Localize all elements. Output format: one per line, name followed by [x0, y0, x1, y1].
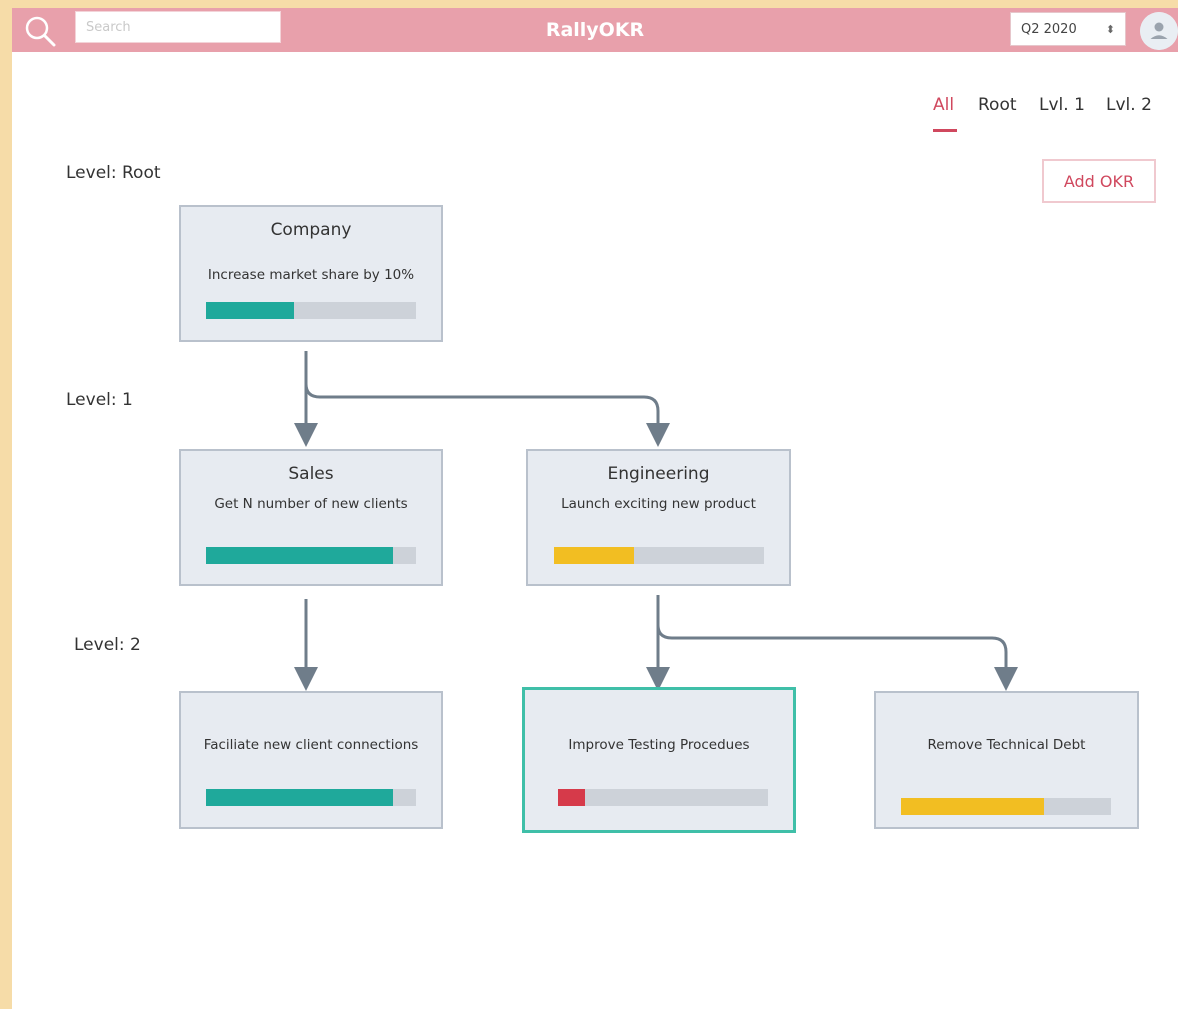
connector-company-engineering: [304, 383, 670, 447]
okr-card-techdebt[interactable]: Remove Technical Debt: [874, 691, 1139, 829]
okr-card-facilitate[interactable]: Faciliate new client connections: [179, 691, 443, 829]
progress-bar: [206, 789, 416, 806]
progress-bar: [901, 798, 1111, 815]
okr-card-sales[interactable]: Sales Get N number of new clients: [179, 449, 443, 586]
progress-bar: [558, 789, 768, 806]
progress-bar: [206, 547, 416, 564]
okr-card-testing[interactable]: Improve Testing Procedues: [522, 687, 796, 833]
progress-fill: [554, 547, 634, 564]
okr-team: Company: [270, 220, 352, 240]
okr-objective: Faciliate new client connections: [203, 737, 419, 753]
progress-fill: [206, 302, 295, 319]
okr-card-engineering[interactable]: Engineering Launch exciting new product: [526, 449, 791, 586]
progress-fill: [206, 789, 393, 806]
okr-objective: Get N number of new clients: [214, 496, 408, 512]
okr-team: Sales: [288, 464, 334, 484]
okr-objective: Launch exciting new product: [561, 496, 756, 512]
app-frame: RallyOKR Q2 2020 ⬍ All Root Lvl. 1 Lvl. …: [12, 8, 1178, 1009]
progress-fill: [558, 789, 586, 806]
okr-team: Engineering: [607, 464, 710, 484]
progress-bar: [206, 302, 416, 319]
okr-objective: Improve Testing Procedues: [568, 737, 750, 753]
progress-bar: [554, 547, 764, 564]
progress-fill: [206, 547, 393, 564]
okr-objective: Increase market share by 10%: [207, 267, 415, 283]
okr-objective: Remove Technical Debt: [927, 737, 1086, 753]
connector-engineering-techdebt: [656, 624, 1018, 691]
okr-card-company[interactable]: Company Increase market share by 10%: [179, 205, 443, 342]
progress-fill: [901, 798, 1044, 815]
